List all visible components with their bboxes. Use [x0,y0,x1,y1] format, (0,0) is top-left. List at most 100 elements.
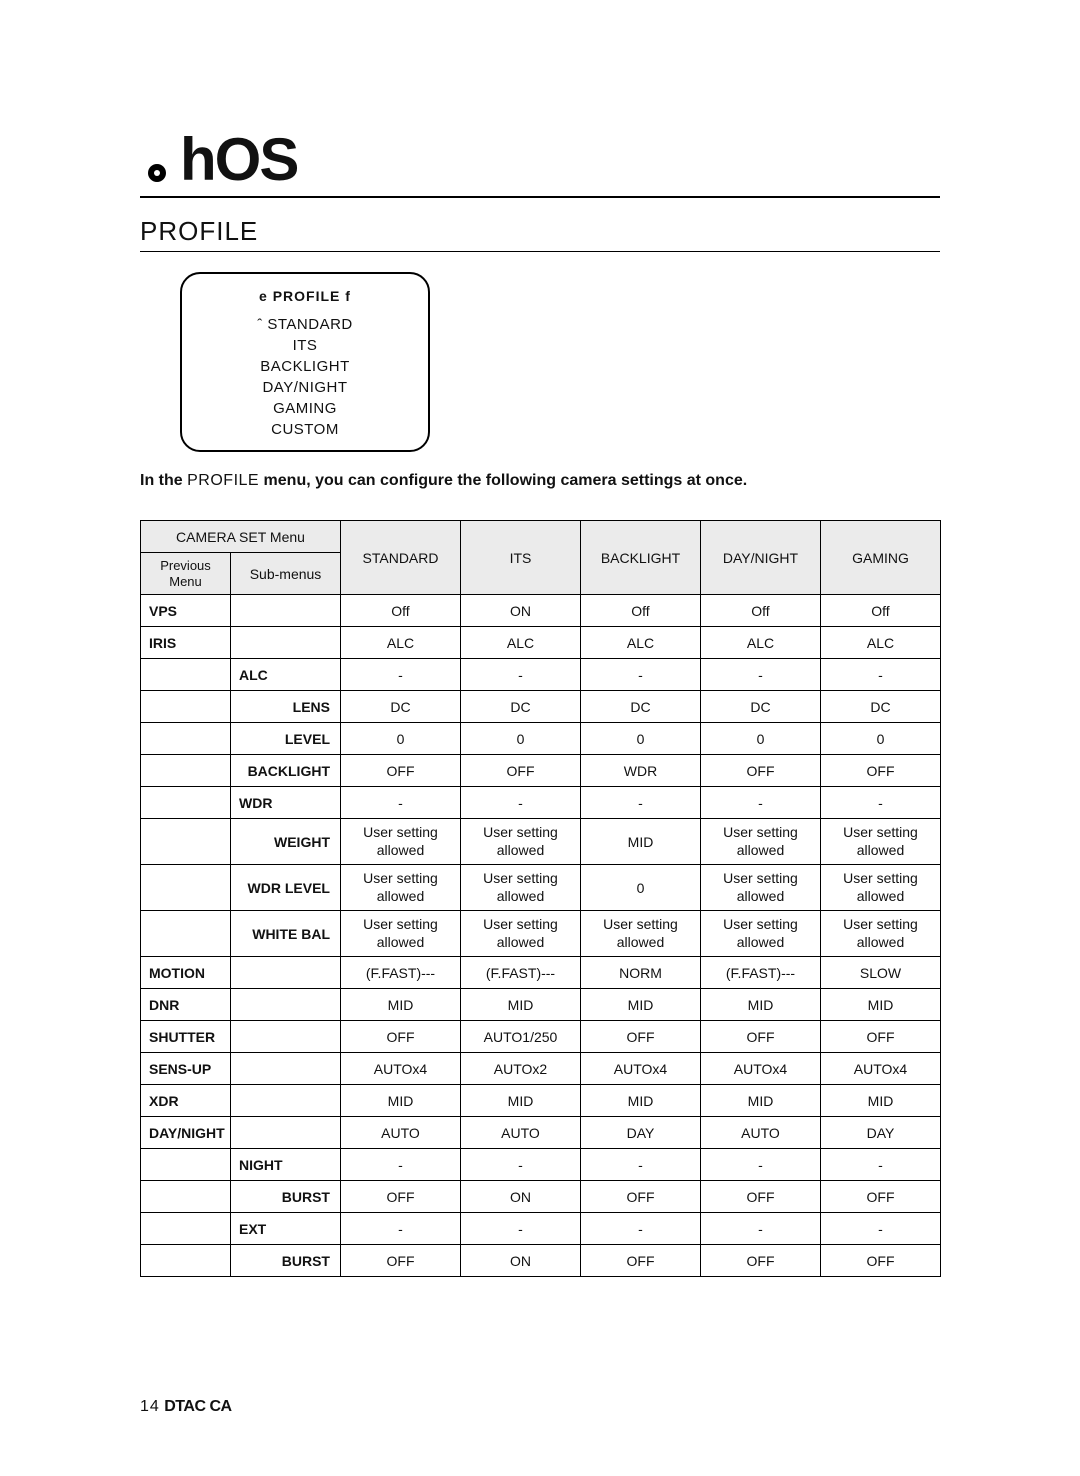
value-cell: Off [581,595,701,627]
value-cell: - [821,787,941,819]
table-row: DAY/NIGHTAUTOAUTODAYAUTODAY [141,1117,941,1149]
row-prev-menu: IRIS [141,627,231,659]
table-row: MOTION(F.FAST)---(F.FAST)---NORM(F.FAST)… [141,957,941,989]
value-cell: - [461,1149,581,1181]
osd-item: GAMING [200,398,410,419]
value-cell: User settingallowed [701,819,821,865]
value-cell: OFF [821,1245,941,1277]
table-row: WDR----- [141,787,941,819]
row-submenu: BURST [231,1245,341,1277]
row-submenu [231,1117,341,1149]
table-row: WEIGHTUser settingallowedUser settingall… [141,819,941,865]
value-cell: User settingallowed [341,819,461,865]
col-gaming: GAMING [821,521,941,595]
osd-arrow-left-icon: e [259,288,268,304]
row-submenu: WEIGHT [231,819,341,865]
value-cell: User settingallowed [341,911,461,957]
value-cell: - [461,1213,581,1245]
row-prev-menu [141,1181,231,1213]
value-cell: - [581,1213,701,1245]
value-cell: OFF [581,1021,701,1053]
value-cell: DC [581,691,701,723]
value-cell: OFF [341,1181,461,1213]
value-cell: DC [701,691,821,723]
value-cell: AUTO1/250 [461,1021,581,1053]
row-prev-menu [141,723,231,755]
osd-item: ITS [200,335,410,356]
value-cell: MID [581,1085,701,1117]
value-cell: - [341,787,461,819]
value-cell: 0 [581,723,701,755]
row-prev-menu [141,755,231,787]
value-cell: User settingallowed [461,911,581,957]
row-submenu: EXT [231,1213,341,1245]
value-cell: OFF [581,1181,701,1213]
col-standard: STANDARD [341,521,461,595]
value-cell: DAY [821,1117,941,1149]
value-cell: OFF [341,1021,461,1053]
table-row: SENS-UPAUTOx4AUTOx2AUTOx4AUTOx4AUTOx4 [141,1053,941,1085]
table-row: WHITE BALUser settingallowedUser setting… [141,911,941,957]
value-cell: MID [341,989,461,1021]
value-cell: Off [341,595,461,627]
row-prev-menu: MOTION [141,957,231,989]
row-prev-menu: SHUTTER [141,1021,231,1053]
row-prev-menu [141,1149,231,1181]
value-cell: - [821,659,941,691]
value-cell: MID [821,1085,941,1117]
footer-text: DTAC CA [164,1398,231,1415]
table-row: IRISALCALCALCALCALC [141,627,941,659]
value-cell: (F.FAST)--- [701,957,821,989]
row-prev-menu: DNR [141,989,231,1021]
table-row: DNRMIDMIDMIDMIDMID [141,989,941,1021]
table-row: VPSOffONOffOffOff [141,595,941,627]
value-cell: - [821,1149,941,1181]
value-cell: - [461,787,581,819]
value-cell: User settingallowed [821,819,941,865]
value-cell: 0 [581,865,701,911]
value-cell: MID [461,1085,581,1117]
page-footer: 14 DTAC CA [140,1398,232,1416]
value-cell: 0 [461,723,581,755]
row-submenu: BURST [231,1181,341,1213]
value-cell: ALC [701,627,821,659]
page-number: 14 [140,1398,160,1415]
table-row: WDR LEVELUser settingallowedUser setting… [141,865,941,911]
value-cell: Off [701,595,821,627]
section-title: PROFILE [140,216,940,247]
value-cell: ALC [461,627,581,659]
row-submenu [231,1053,341,1085]
value-cell: DC [821,691,941,723]
section-rule [140,251,940,252]
value-cell: MID [821,989,941,1021]
row-prev-menu: VPS [141,595,231,627]
row-submenu: WDR [231,787,341,819]
value-cell: AUTO [341,1117,461,1149]
value-cell: MID [701,989,821,1021]
value-cell: DC [341,691,461,723]
row-submenu: NIGHT [231,1149,341,1181]
table-row: EXT----- [141,1213,941,1245]
row-submenu [231,595,341,627]
value-cell: OFF [701,1021,821,1053]
value-cell: (F.FAST)--- [341,957,461,989]
row-prev-menu: XDR [141,1085,231,1117]
value-cell: User settingallowed [701,911,821,957]
row-submenu: WHITE BAL [231,911,341,957]
value-cell: AUTOx4 [341,1053,461,1085]
value-cell: OFF [461,755,581,787]
value-cell: DC [461,691,581,723]
value-cell: ON [461,595,581,627]
value-cell: WDR [581,755,701,787]
value-cell: AUTOx2 [461,1053,581,1085]
value-cell: ALC [581,627,701,659]
value-cell: User settingallowed [341,865,461,911]
value-cell: - [701,787,821,819]
table-row: BURSTOFFONOFFOFFOFF [141,1181,941,1213]
value-cell: ALC [821,627,941,659]
value-cell: ALC [341,627,461,659]
table-row: ALC----- [141,659,941,691]
bullet-icon [140,160,174,194]
row-submenu: BACKLIGHT [231,755,341,787]
value-cell: AUTOx4 [701,1053,821,1085]
